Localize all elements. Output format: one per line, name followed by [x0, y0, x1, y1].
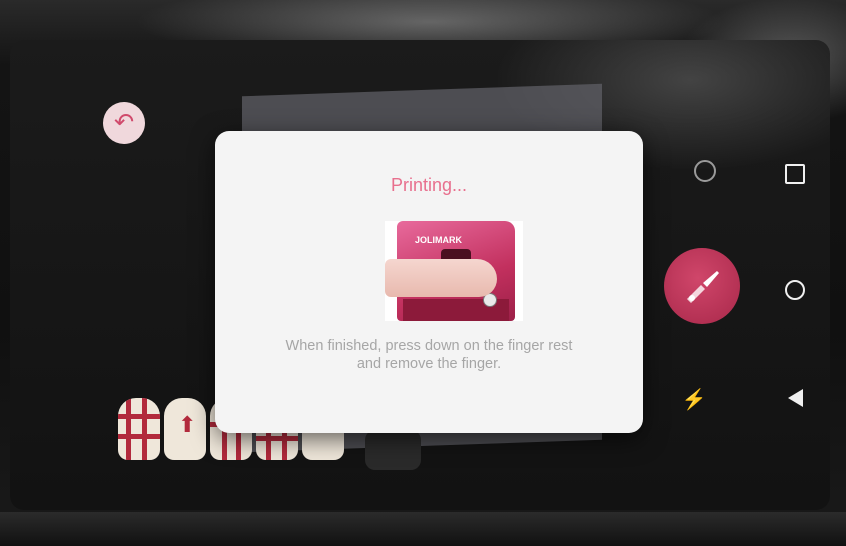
recents-button[interactable] — [782, 160, 808, 184]
small-circle-button[interactable] — [694, 160, 716, 182]
square-icon — [785, 164, 805, 184]
printing-dialog: Printing... JOLIMARK When finished, pres… — [215, 131, 643, 433]
dialog-message: When finished, press down on the finger … — [245, 337, 613, 373]
home-button[interactable] — [782, 276, 808, 300]
magic-wand-icon: ⚡ — [681, 389, 707, 411]
circle-icon — [785, 280, 805, 300]
dialog-message-line-2: and remove the finger. — [356, 356, 502, 372]
brush-tool-button[interactable] — [664, 248, 740, 324]
triangle-back-icon — [787, 389, 803, 407]
nail-design-plaid-1[interactable] — [118, 398, 160, 460]
nail-design-arrow[interactable]: ⬆ — [164, 398, 206, 460]
back-button[interactable] — [782, 386, 808, 407]
device-stand — [0, 512, 846, 546]
android-nav-bar — [770, 140, 820, 440]
undo-icon: ↶ — [113, 109, 135, 136]
magic-wand-button[interactable]: ⚡ — [680, 386, 708, 414]
undo-button[interactable]: ↶ — [103, 102, 145, 144]
brush-icon — [687, 271, 719, 303]
nail-design-dark[interactable] — [365, 430, 421, 470]
arrow-icon: ⬆ — [178, 412, 197, 437]
hand-illustration — [385, 259, 497, 297]
printer-brand-label: JOLIMARK — [415, 235, 462, 245]
dialog-title: Printing... — [390, 175, 468, 195]
dialog-message-line-1: When finished, press down on the finger … — [285, 338, 573, 354]
printer-instruction-image: JOLIMARK — [385, 221, 523, 321]
